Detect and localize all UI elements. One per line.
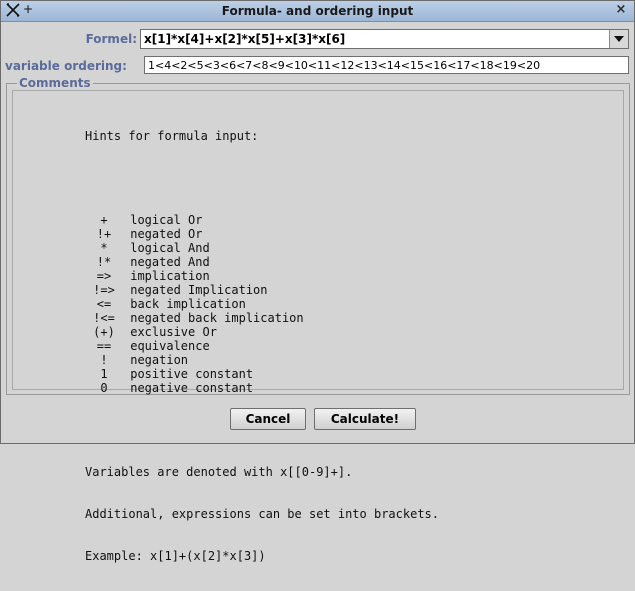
operator-symbol: !* — [96, 255, 112, 269]
operator-row: == equivalence — [85, 339, 439, 353]
operator-row: + logical Or — [85, 213, 439, 227]
operator-symbol: ! — [100, 353, 108, 367]
operator-row: !* negated And — [85, 255, 439, 269]
operator-symbol: + — [100, 213, 108, 227]
operator-description: negated And — [123, 255, 210, 269]
hints-heading: Hints for formula input: — [85, 129, 259, 143]
operator-description: back implication — [123, 297, 246, 311]
chevron-down-icon — [614, 36, 624, 42]
comments-group: Comments Hints for formula input: + logi… — [6, 76, 630, 563]
operator-row: !=> negated Implication — [85, 283, 439, 297]
note-line: Example: x[1]+(x[2]*x[3]) — [85, 549, 266, 563]
operator-description: negated back implication — [123, 311, 304, 325]
ordering-input[interactable]: 1<4<2<5<3<6<7<8<9<10<11<12<13<14<15<16<1… — [144, 56, 629, 74]
operator-description: implication — [123, 269, 210, 283]
formula-combobox[interactable]: x[1]*x[4]+x[2]*x[5]+x[3]*x[6] — [140, 29, 629, 49]
dialog-window: + Formula- and ordering input × Formel: … — [0, 0, 635, 563]
operator-description: negated Implication — [123, 283, 268, 297]
operator-symbol: !+ — [96, 227, 112, 241]
operator-symbol: !=> — [93, 283, 115, 297]
operator-row: !<= negated back implication — [85, 311, 439, 325]
operator-description: negative constant — [123, 381, 254, 395]
operator-list: + logical Or !+ negated Or * logical And !*… — [85, 213, 439, 395]
operator-symbol: <= — [96, 297, 112, 311]
comments-group-title: Comments — [17, 76, 93, 90]
calculate-button[interactable]: Calculate! — [314, 408, 416, 430]
operator-description: equivalence — [123, 339, 210, 353]
note-line: Variables are denoted with x[[0-9]+]. — [85, 465, 353, 479]
comments-textarea[interactable]: Hints for formula input: + logical Or !+ … — [12, 90, 624, 563]
operator-row: 1 positive constant — [85, 367, 439, 381]
operator-row: (+) exclusive Or — [85, 325, 439, 339]
close-icon[interactable]: × — [614, 2, 628, 18]
operator-symbol: 1 — [100, 367, 108, 381]
operator-description: logical And — [123, 241, 210, 255]
operator-description: logical Or — [123, 213, 203, 227]
formula-label: Formel: — [85, 32, 137, 46]
formula-input[interactable]: x[1]*x[4]+x[2]*x[5]+x[3]*x[6] — [144, 32, 345, 46]
dropdown-button[interactable] — [609, 30, 628, 48]
operator-symbol: => — [96, 269, 112, 283]
operator-symbol: * — [100, 241, 108, 255]
title-bar[interactable]: + Formula- and ordering input × — [1, 1, 634, 22]
operator-description: negation — [123, 353, 189, 367]
operator-row: * logical And — [85, 241, 439, 255]
note-line: Additional, expressions can be set into … — [85, 507, 440, 521]
ordering-label: variable ordering: — [5, 59, 127, 73]
operator-symbol: == — [96, 339, 112, 353]
operator-description: negated Or — [123, 227, 203, 241]
hints-text: Hints for formula input: + logical Or !+ … — [85, 101, 439, 591]
operator-symbol: !<= — [93, 311, 115, 325]
operator-row: !+ negated Or — [85, 227, 439, 241]
operator-symbol: (+) — [93, 325, 115, 339]
operator-row: ! negation — [85, 353, 439, 367]
window-title: Formula- and ordering input — [221, 4, 414, 18]
operator-row: => implication — [85, 269, 439, 283]
operator-symbol: 0 — [100, 381, 108, 395]
cancel-button[interactable]: Cancel — [230, 408, 306, 430]
operator-description: exclusive Or — [123, 325, 217, 339]
operator-description: positive constant — [123, 367, 254, 381]
operator-row: 0 negative constant — [85, 381, 439, 395]
operator-row: <= back implication — [85, 297, 439, 311]
